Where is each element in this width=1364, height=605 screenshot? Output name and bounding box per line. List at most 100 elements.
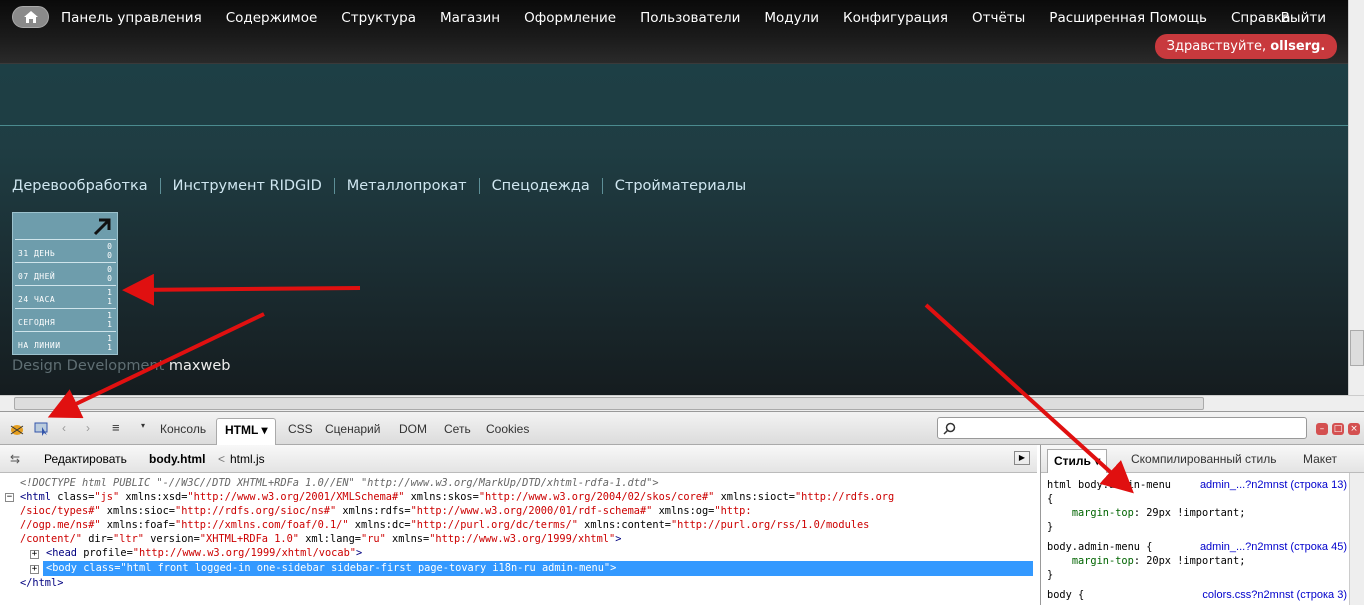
logout-link[interactable]: Выйти <box>1281 10 1326 26</box>
user-greeting-badge[interactable]: Здравствуйте, ollserg. <box>1155 34 1337 59</box>
html-node-line[interactable]: <html class="js" xmlns:xsd="http://www.w… <box>20 490 894 504</box>
admin-toolbar: Панель управления Содержимое Структура Мага… <box>0 0 1348 64</box>
css-source-link[interactable]: colors.css?n2mnst (строка 3) <box>1202 588 1347 602</box>
category-link[interactable]: Стройматериалы <box>615 178 759 194</box>
chevron-down-icon: ▾ <box>261 423 268 437</box>
css-declaration[interactable]: margin-top: 20px !important; <box>1047 554 1347 568</box>
home-icon <box>24 11 38 23</box>
tab-net[interactable]: Сеть <box>444 422 471 436</box>
category-link[interactable]: Спецодежда <box>492 178 603 194</box>
forward-icon[interactable]: › <box>86 421 90 435</box>
sidepanel-tabs: Стиль ▾ Скомпилированный стиль Макет <box>1041 445 1364 473</box>
list-icon[interactable]: ≡ <box>112 420 120 435</box>
html-node-line: /sioc/types#" xmlns:sioc="http://rdfs.or… <box>20 505 752 517</box>
body-node-text: <body class="html front logged-in one-si… <box>46 562 617 574</box>
counter-label: 24 ЧАСА <box>18 295 56 304</box>
css-source-link[interactable]: admin_...?n2mnst (строка 45) <box>1200 540 1347 554</box>
css-rule-selector[interactable]: html body.admin-menu admin_...?n2mnst (ст… <box>1047 478 1347 492</box>
collapse-icon[interactable]: − <box>5 493 14 502</box>
tab-console[interactable]: Консоль <box>160 422 206 436</box>
tab-layout[interactable]: Макет <box>1303 452 1337 466</box>
back-icon[interactable]: ‹ <box>62 421 66 435</box>
counter-label: 07 ДНЕЙ <box>18 272 56 281</box>
tab-html[interactable]: HTML ▾ <box>216 418 277 445</box>
category-link[interactable]: Деревообработка <box>12 178 161 194</box>
footer-credit: Design Development maxweb <box>12 358 230 374</box>
counter-label: СЕГОДНЯ <box>18 318 56 327</box>
sidepanel-scrollbar[interactable] <box>1349 473 1364 605</box>
expand-icon[interactable]: + <box>30 565 39 574</box>
style-sidepanel: Стиль ▾ Скомпилированный стиль Макет htm… <box>1040 445 1364 605</box>
css-declaration[interactable]: margin-top: 29px !important; <box>1047 506 1347 520</box>
css-rule-selector[interactable]: body {colors.css?n2mnst (строка 3) <box>1047 588 1347 602</box>
counter-row: 24 ЧАСА 1 1 <box>15 285 116 306</box>
category-link[interactable]: Металлопрокат <box>347 178 480 194</box>
doctype-line: <!DOCTYPE html PUBLIC "-//W3C//DTD XHTML… <box>20 477 659 489</box>
head-node-line[interactable]: <head profile="http://www.w3.org/1999/xh… <box>46 546 362 560</box>
inspect-element-icon[interactable] <box>34 422 50 436</box>
detach-icon[interactable]: □ <box>1332 423 1344 435</box>
scrollbar-thumb[interactable] <box>14 397 1204 410</box>
counter-row: 07 ДНЕЙ 0 0 <box>15 262 116 283</box>
category-menu: Деревообработка Инструмент RIDGID Металлоп… <box>12 178 770 194</box>
css-source-link[interactable]: admin_...?n2mnst (строка 13) <box>1200 478 1347 492</box>
page-horizontal-scrollbar[interactable] <box>0 395 1364 411</box>
breadcrumb-parent[interactable]: html.js <box>230 452 265 466</box>
firebug-search-input[interactable] <box>937 417 1307 439</box>
credit-link[interactable]: maxweb <box>169 358 231 374</box>
tab-dom[interactable]: DOM <box>399 422 427 436</box>
dropdown-icon[interactable]: ▾ <box>141 421 145 430</box>
admin-menu-item-structure[interactable]: Структура <box>341 10 416 26</box>
breadcrumb-separator: < <box>218 452 226 466</box>
admin-menu-item-modules[interactable]: Модули <box>764 10 819 26</box>
counter-value: 1 1 <box>107 288 112 306</box>
header-divider <box>0 125 1348 126</box>
firebug-toolbar: ‹ › ≡ ▾ Консоль HTML ▾ CSS Сценарий DOM … <box>0 412 1364 445</box>
admin-menu-item-configuration[interactable]: Конфигурация <box>843 10 948 26</box>
firebug-bug-icon[interactable] <box>8 422 26 436</box>
expand-collapse-icon[interactable]: ⇆ <box>10 452 20 466</box>
tab-css[interactable]: CSS <box>288 422 313 436</box>
tab-html-label: HTML <box>225 423 259 437</box>
html-tree: <!DOCTYPE html PUBLIC "-//W3C//DTD XHTML… <box>0 474 1037 605</box>
page-vertical-scrollbar[interactable] <box>1348 0 1364 395</box>
category-link[interactable]: Инструмент RIDGID <box>173 178 335 194</box>
edit-button[interactable]: Редактировать <box>44 452 127 466</box>
admin-menu-item-appearance[interactable]: Оформление <box>524 10 616 26</box>
scrollbar-thumb[interactable] <box>1350 330 1364 366</box>
css-rule-selector[interactable]: body.admin-menu {admin_...?n2mnst (строк… <box>1047 540 1347 554</box>
admin-menu-item-people[interactable]: Пользователи <box>640 10 740 26</box>
tab-cookies[interactable]: Cookies <box>486 422 529 436</box>
tab-computed-style[interactable]: Скомпилированный стиль <box>1131 452 1277 466</box>
tab-style-label: Стиль <box>1054 454 1091 468</box>
admin-menu-item-store[interactable]: Магазин <box>440 10 500 26</box>
counter-row: СЕГОДНЯ 1 1 <box>15 308 116 329</box>
search-icon <box>943 422 956 435</box>
admin-menu-item-reports[interactable]: Отчёты <box>972 10 1025 26</box>
toggle-sidepanel-icon[interactable]: ▶ <box>1014 451 1030 465</box>
css-rule-brace: } <box>1047 569 1054 581</box>
greeting-text: Здравствуйте, <box>1166 39 1267 54</box>
home-button[interactable] <box>12 6 49 28</box>
css-rules-list: html body.admin-menu admin_...?n2mnst (ст… <box>1047 478 1347 602</box>
tab-script[interactable]: Сценарий <box>325 422 380 436</box>
admin-menu: Панель управления Содержимое Структура Мага… <box>61 10 1314 26</box>
visit-counter-widget[interactable]: 31 ДЕНЬ 0 0 07 ДНЕЙ 0 0 24 ЧАСА 1 1 СЕГОДНЯ… <box>12 212 118 355</box>
arrow-up-right-icon <box>93 218 111 236</box>
tab-style[interactable]: Стиль ▾ <box>1047 449 1108 473</box>
expand-icon[interactable]: + <box>30 550 39 559</box>
minimize-icon[interactable]: – <box>1316 423 1328 435</box>
close-icon[interactable]: × <box>1348 423 1360 435</box>
admin-menu-item-content[interactable]: Содержимое <box>226 10 318 26</box>
counter-label: 31 ДЕНЬ <box>18 249 56 258</box>
admin-menu-item-dashboard[interactable]: Панель управления <box>61 10 202 26</box>
body-node-line-selected[interactable]: <body class="html front logged-in one-si… <box>43 561 1033 576</box>
breadcrumb-current[interactable]: body.html <box>149 452 205 466</box>
counter-value: 0 0 <box>107 265 112 283</box>
counter-label: НА ЛИНИИ <box>18 341 61 350</box>
html-panel-toolbar: ⇆ Редактировать body.html < html.js ▶ <box>0 445 1037 473</box>
css-rule-brace: } <box>1047 521 1054 533</box>
admin-menu-item-advanced-help[interactable]: Расширенная Помощь <box>1049 10 1207 26</box>
firebug-panel: ‹ › ≡ ▾ Консоль HTML ▾ CSS Сценарий DOM … <box>0 411 1364 605</box>
browser-window: Панель управления Содержимое Структура Мага… <box>0 0 1364 605</box>
